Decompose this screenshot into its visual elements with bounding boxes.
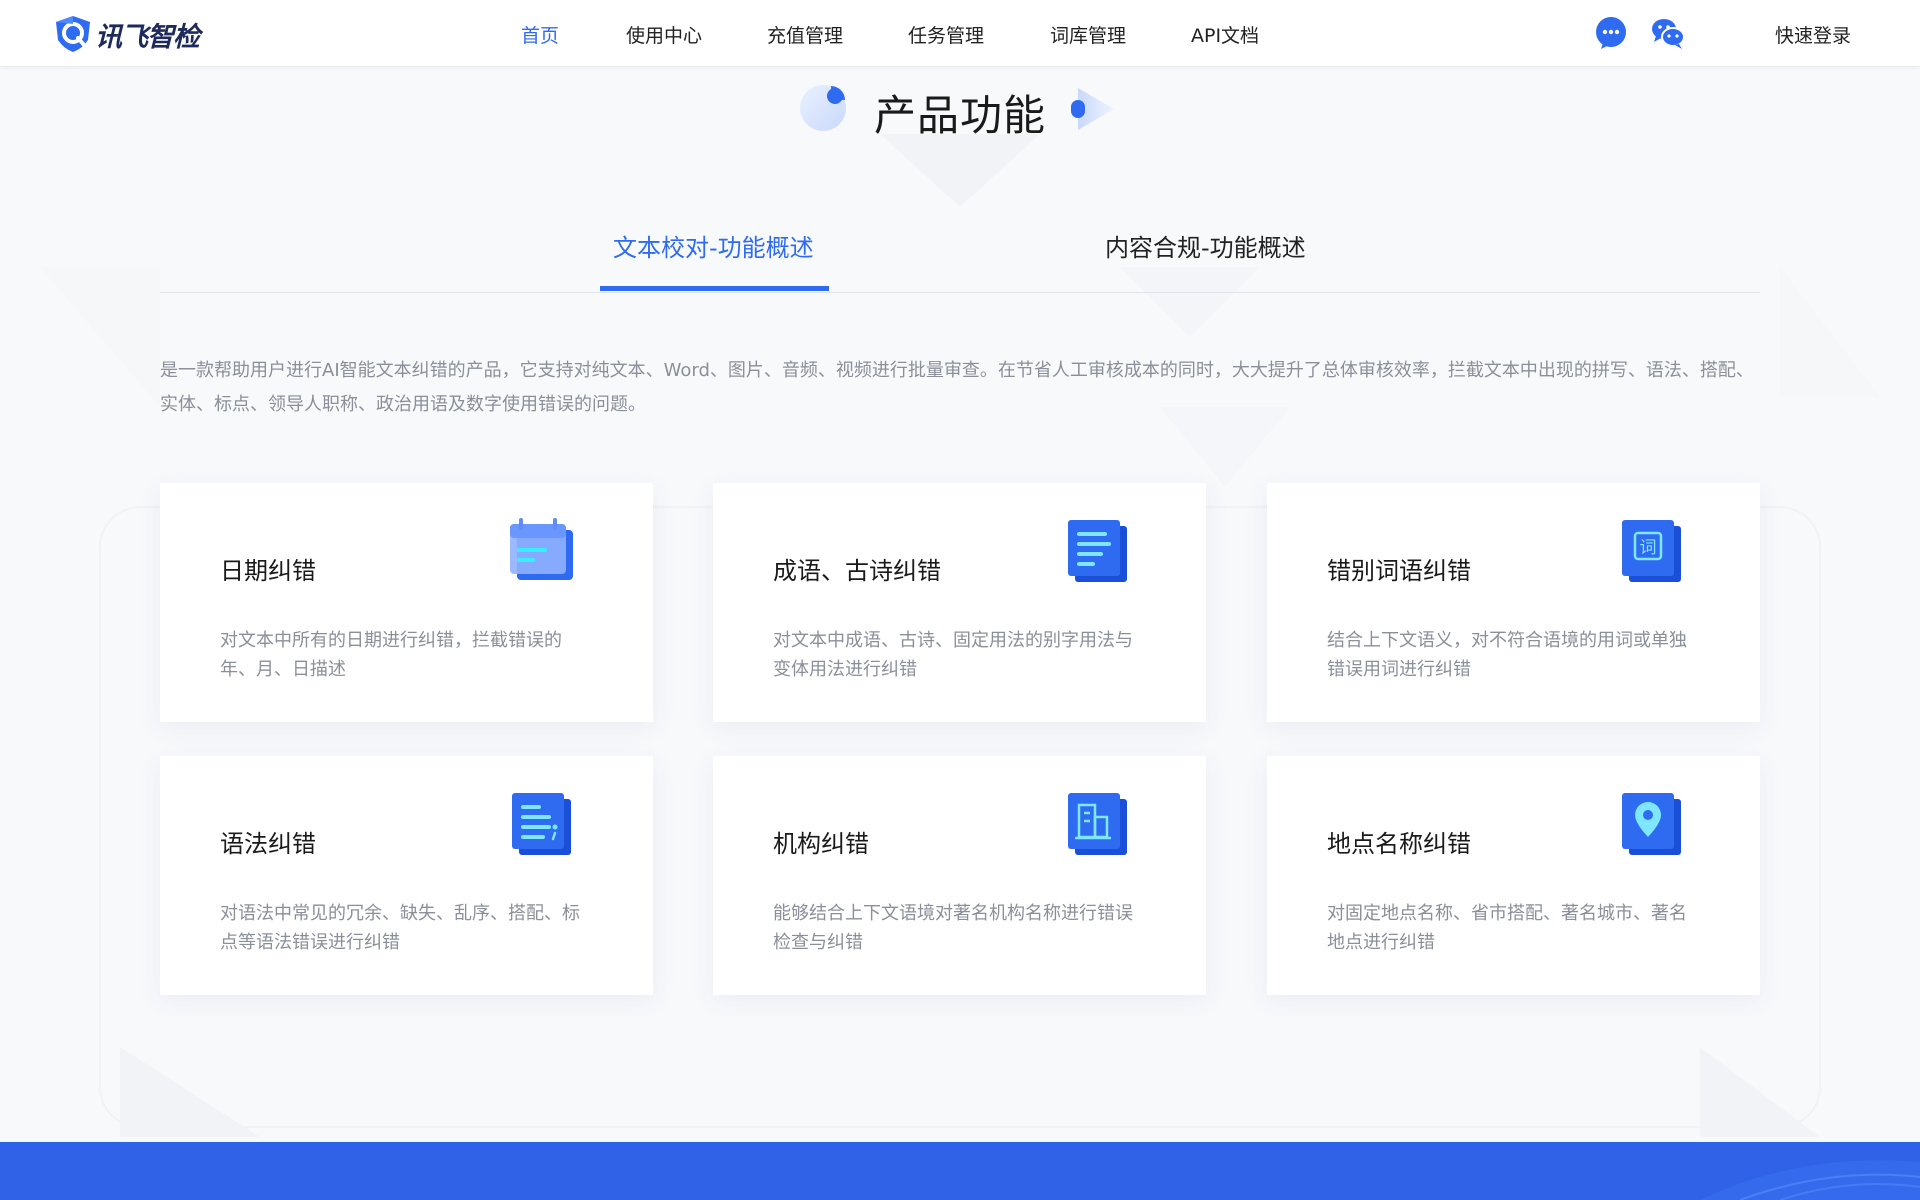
card-text: 结合上下文语义，对不符合语境的用词或单独错误用词进行纠错 bbox=[1327, 630, 1687, 680]
card-text: 对固定地点名称、省市搭配、著名城市、著名地点进行纠错 bbox=[1327, 903, 1687, 953]
card-title: 日期纠错 bbox=[220, 557, 316, 585]
active-tab-indicator bbox=[600, 286, 829, 291]
location-pin-icon bbox=[1622, 793, 1681, 855]
tab-text-proofreading[interactable]: 文本校对-功能概述 bbox=[613, 228, 814, 263]
nav-api-docs[interactable]: API文档 bbox=[1191, 21, 1259, 48]
wechat-icon[interactable] bbox=[1650, 16, 1686, 50]
top-navbar: 讯飞智检 首页 使用中心 充值管理 任务管理 词库管理 API文档 快速登录 bbox=[0, 0, 1920, 67]
quick-login-link[interactable]: 快速登录 bbox=[1775, 21, 1851, 48]
feature-card-organization[interactable]: 机构纠错 能够结合上下文语境对著名机构名称进行错误检查与纠错 bbox=[713, 756, 1206, 995]
nav-recharge[interactable]: 充值管理 bbox=[767, 21, 843, 48]
nav-tasks[interactable]: 任务管理 bbox=[908, 21, 984, 48]
brand-logo[interactable]: 讯飞智检 bbox=[52, 14, 200, 54]
feature-card-location[interactable]: 地点名称纠错 对固定地点名称、省市搭配、著名城市、著名地点进行纠错 bbox=[1267, 756, 1760, 995]
card-title: 语法纠错 bbox=[220, 830, 316, 858]
card-title: 成语、古诗纠错 bbox=[773, 557, 941, 585]
footer-wave-decoration bbox=[1700, 1160, 1920, 1200]
card-title: 地点名称纠错 bbox=[1327, 830, 1471, 858]
document-lines-icon bbox=[1068, 520, 1127, 582]
card-text: 对文本中成语、古诗、固定用法的别字用法与变体用法进行纠错 bbox=[773, 630, 1133, 680]
nav-usage-center[interactable]: 使用中心 bbox=[626, 21, 702, 48]
section-title: 产品功能 bbox=[873, 91, 1046, 140]
ci-glyph: 词 bbox=[1640, 538, 1657, 558]
building-icon bbox=[1068, 793, 1127, 855]
shield-q-logo-icon bbox=[56, 16, 90, 52]
card-text: 对语法中常见的冗余、缺失、乱序、搭配、标点等语法错误进行纠错 bbox=[220, 903, 580, 953]
heading-right-arrow-icon bbox=[1071, 88, 1114, 130]
feature-card-date[interactable]: 日期纠错 对文本中所有的日期进行纠错，拦截错误的年、月、日描述 bbox=[160, 483, 653, 722]
feature-card-idiom[interactable]: 成语、古诗纠错 对文本中成语、古诗、固定用法的别字用法与变体用法进行纠错 bbox=[713, 483, 1206, 722]
brand-name: 讯飞智检 bbox=[95, 21, 200, 53]
calendar-icon bbox=[510, 518, 573, 580]
grammar-doc-icon bbox=[512, 793, 571, 855]
card-title: 错别词语纠错 bbox=[1327, 557, 1471, 585]
card-text: 对文本中所有的日期进行纠错，拦截错误的年、月、日描述 bbox=[220, 630, 562, 680]
word-ci-icon: 词 bbox=[1622, 520, 1681, 582]
section-description: 是一款帮助用户进行AI智能文本纠错的产品，它支持对纯文本、Word、图片、音频、… bbox=[160, 360, 1754, 415]
chat-bubble-icon[interactable] bbox=[1593, 16, 1629, 50]
feature-card-grammar[interactable]: 语法纠错 对语法中常见的冗余、缺失、乱序、搭配、标点等语法错误进行纠错 bbox=[160, 756, 653, 995]
nav-home[interactable]: 首页 bbox=[521, 21, 559, 48]
tabs-divider bbox=[160, 292, 1760, 293]
card-text: 能够结合上下文语境对著名机构名称进行错误检查与纠错 bbox=[773, 903, 1133, 953]
footer-banner bbox=[0, 1142, 1920, 1200]
nav-dictionary[interactable]: 词库管理 bbox=[1050, 21, 1126, 48]
feature-card-typo[interactable]: 错别词语纠错 结合上下文语义，对不符合语境的用词或单独错误用词进行纠错 词 bbox=[1267, 483, 1760, 722]
tab-content-compliance[interactable]: 内容合规-功能概述 bbox=[1105, 228, 1306, 263]
card-title: 机构纠错 bbox=[773, 830, 869, 858]
